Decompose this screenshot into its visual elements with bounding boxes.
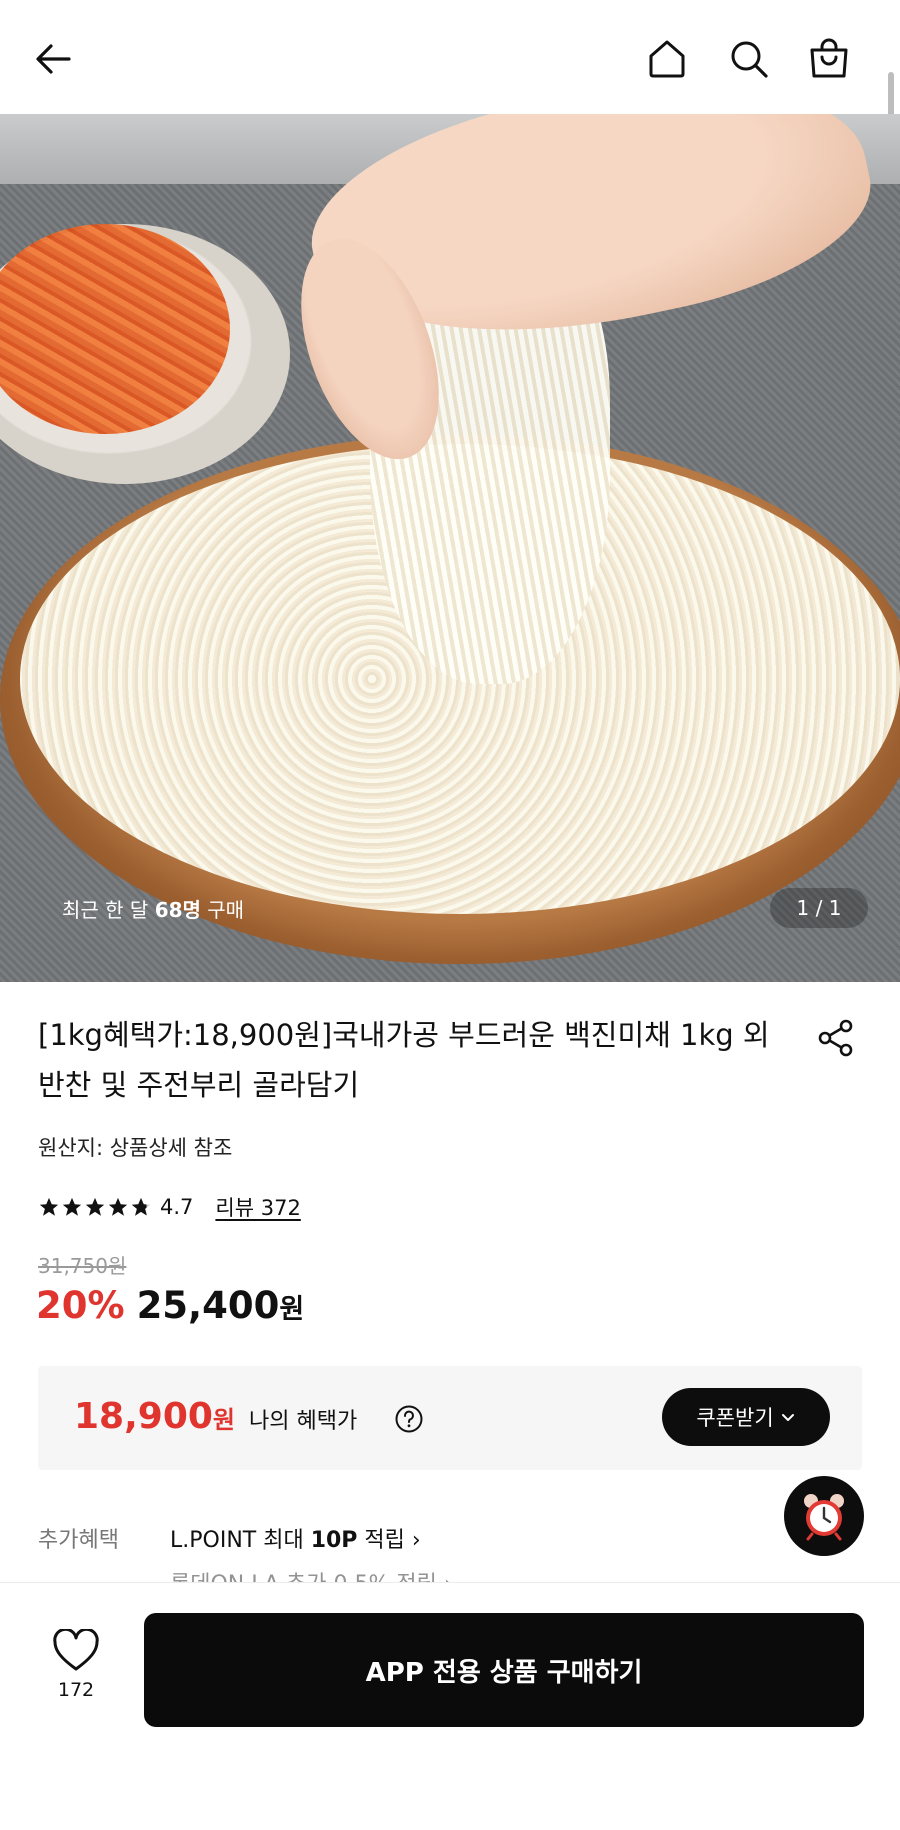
coupon-button[interactable]: 쿠폰받기	[662, 1388, 830, 1446]
back-arrow-icon	[36, 44, 71, 74]
share-icon	[818, 1019, 853, 1057]
chevron-down-icon	[781, 1414, 794, 1421]
product-image[interactable]: 최근 한 달 68명 구매 1 / 1	[0, 114, 900, 982]
alarm-clock-icon	[804, 1494, 844, 1541]
benefit-label: 나의 혜택가	[249, 1409, 358, 1434]
cart-button[interactable]	[800, 30, 858, 88]
star-icon	[85, 1197, 105, 1216]
top-header	[0, 0, 900, 114]
original-price: 31,750원	[38, 1254, 127, 1278]
price-row: 20% 25,400 원	[36, 1284, 304, 1327]
review-link[interactable]: 리뷰 372	[215, 1192, 300, 1222]
coupon-button-label: 쿠폰받기	[696, 1406, 774, 1430]
question-circle-icon[interactable]	[394, 1404, 424, 1434]
search-button[interactable]	[720, 30, 778, 88]
benefit-price: 18,900	[74, 1396, 213, 1437]
star-rating	[38, 1196, 152, 1218]
price-unit: 원	[279, 1294, 305, 1325]
buy-button[interactable]: APP 전용 상품 구매하기	[144, 1613, 864, 1727]
product-title: [1kg혜택가:18,900원]국내가공 부드러운 백진미채 1kg 외 반찬 …	[38, 1018, 770, 1102]
alarm-button[interactable]	[784, 1476, 864, 1556]
rating-value: 4.7	[160, 1195, 194, 1219]
share-button[interactable]	[812, 1014, 860, 1062]
like-button[interactable]: 172	[40, 1629, 112, 1719]
sale-price: 25,400	[136, 1284, 280, 1327]
home-icon	[649, 40, 685, 78]
recent-purchase-badge: 최근 한 달 68명 구매	[62, 898, 245, 922]
benefit-price-unit: 원	[212, 1406, 236, 1434]
star-icon	[62, 1197, 82, 1216]
back-button[interactable]	[24, 30, 82, 88]
star-icon	[39, 1197, 59, 1216]
shopping-bag-icon	[810, 38, 848, 78]
home-button[interactable]	[638, 30, 696, 88]
extra-benefit-label: 추가혜택	[38, 1528, 119, 1553]
rating-row: 4.7 리뷰 372	[38, 1190, 301, 1224]
star-icon	[108, 1197, 128, 1216]
benefit-price-box: 18,900 원 나의 혜택가 쿠폰받기	[38, 1366, 862, 1470]
bottom-action-bar: 172 APP 전용 상품 구매하기	[0, 1582, 900, 1830]
discount-rate: 20%	[36, 1284, 125, 1327]
search-icon	[731, 41, 768, 78]
heart-icon	[53, 1629, 99, 1671]
like-count: 172	[57, 1679, 95, 1701]
star-half-icon	[131, 1197, 151, 1216]
origin-info: 원산지: 상품상세 참조	[38, 1136, 233, 1160]
image-counter: 1 / 1	[770, 888, 868, 928]
lpoint-benefit-link[interactable]: L.POINT 최대 10P 적립 ›	[170, 1522, 421, 1554]
